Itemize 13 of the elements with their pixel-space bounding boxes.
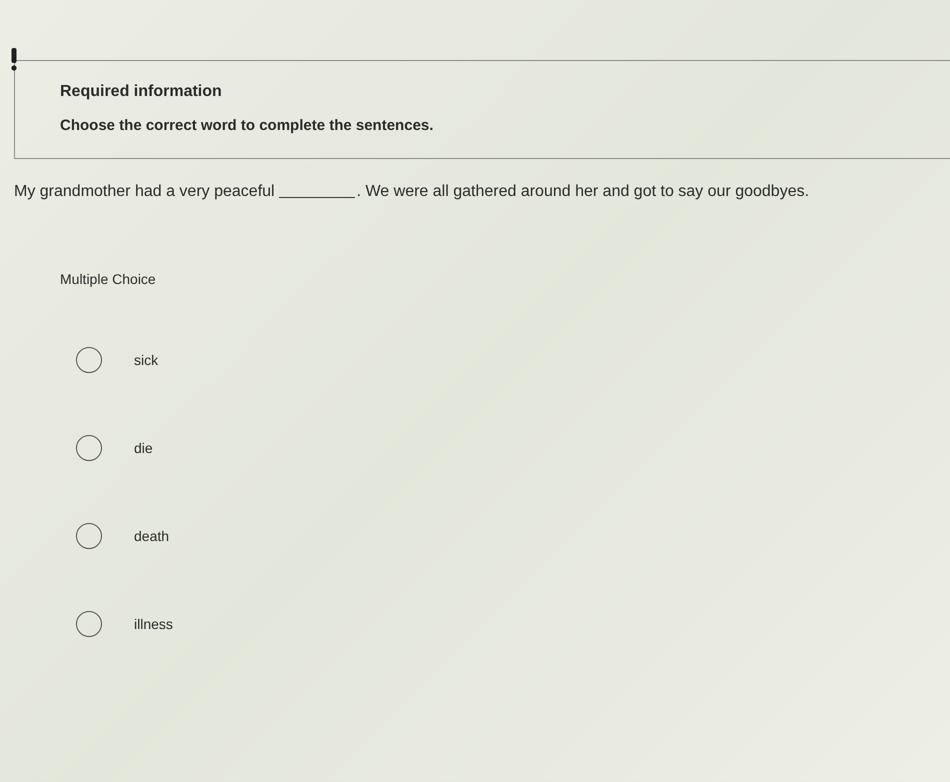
info-title: Required information [60,83,223,101]
radio-button[interactable] [76,611,102,637]
radio-button[interactable] [76,523,102,549]
choice-option[interactable]: sick [76,347,950,373]
answer-type-label: Multiple Choice [60,271,157,287]
instruction-text: Choose the correct word to complete the sentences. [60,117,434,134]
choice-option[interactable]: illness [76,611,950,637]
choice-option[interactable]: death [76,523,950,549]
radio-button[interactable] [76,347,102,373]
question-text: . We were all gathered around her and got to say our goodbyes. [356,183,810,201]
question-text: My grandmother had a very peaceful [14,183,275,201]
choice-option[interactable]: die [76,435,950,461]
radio-button[interactable] [76,435,102,461]
